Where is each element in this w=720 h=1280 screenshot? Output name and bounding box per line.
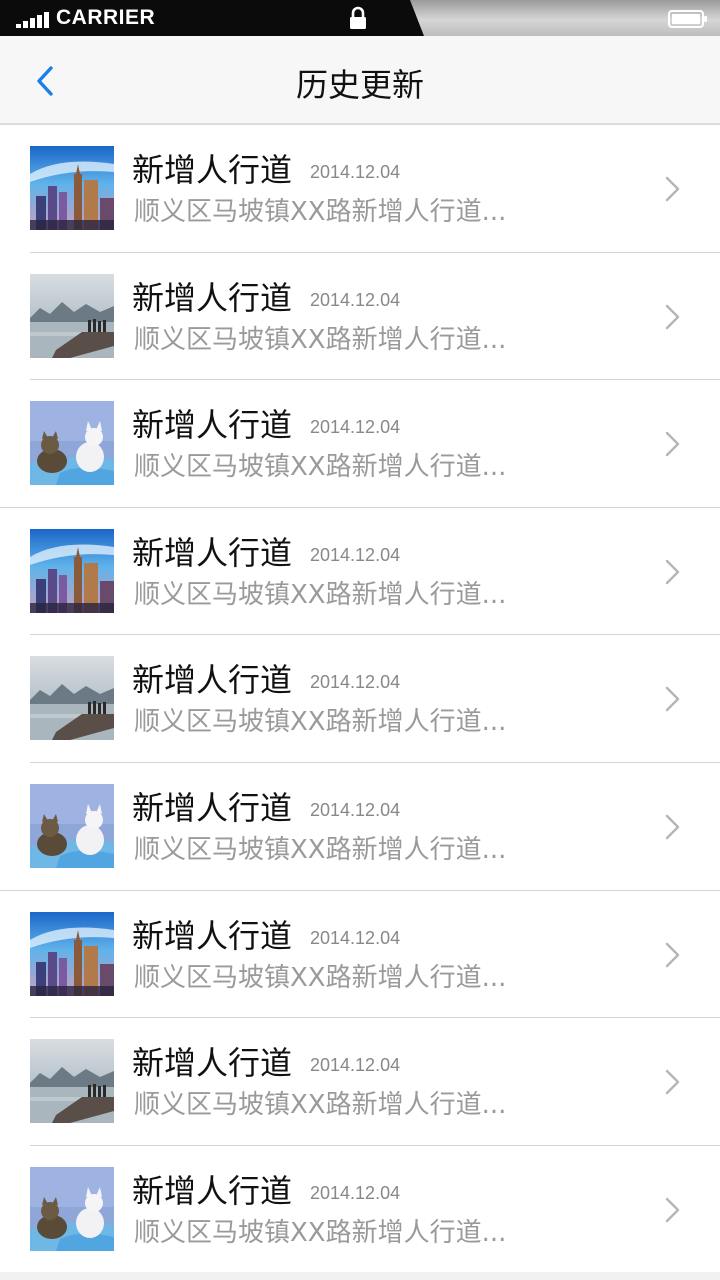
battery-icon	[668, 10, 707, 28]
chevron-right-icon	[665, 431, 680, 457]
list-item[interactable]: 新增人行道 2014.12.04 顺义区马坡镇XX路新增人行道...	[0, 891, 720, 1019]
item-date: 2014.12.04	[310, 1182, 401, 1203]
item-description: 顺义区马坡镇XX路新增人行道...	[134, 962, 507, 993]
status-bar: CARRIER	[0, 0, 720, 36]
item-date: 2014.12.04	[310, 799, 401, 820]
thumbnail-image	[30, 783, 114, 868]
item-description: 顺义区马坡镇XX路新增人行道...	[134, 1217, 507, 1248]
item-description: 顺义区马坡镇XX路新增人行道...	[134, 324, 507, 355]
list-item[interactable]: 新增人行道 2014.12.04 顺义区马坡镇XX路新增人行道...	[0, 635, 720, 763]
item-date: 2014.12.04	[310, 672, 401, 693]
thumbnail-image	[30, 1166, 114, 1251]
item-date: 2014.12.04	[310, 544, 401, 565]
nav-bar: 历史更新	[0, 36, 720, 125]
thumbnail-image	[30, 656, 114, 741]
item-description: 顺义区马坡镇XX路新增人行道...	[134, 834, 507, 865]
item-description: 顺义区马坡镇XX路新增人行道...	[134, 197, 507, 227]
thumbnail-image	[30, 146, 114, 230]
chevron-right-icon	[665, 559, 680, 584]
item-date: 2014.12.04	[310, 927, 401, 948]
item-title: 新增人行道	[132, 788, 293, 827]
thumbnail-image	[30, 401, 114, 486]
item-title: 新增人行道	[132, 1044, 293, 1083]
item-title: 新增人行道	[132, 151, 293, 189]
chevron-right-icon	[665, 814, 680, 840]
item-title: 新增人行道	[132, 406, 293, 445]
item-date: 2014.12.04	[310, 417, 401, 438]
list-item[interactable]: 新增人行道 2014.12.04 顺义区马坡镇XX路新增人行道...	[0, 1146, 720, 1274]
list-item[interactable]: 新增人行道 2014.12.04 顺义区马坡镇XX路新增人行道...	[0, 253, 720, 381]
chevron-right-icon	[665, 176, 680, 202]
item-title: 新增人行道	[132, 661, 293, 700]
item-title: 新增人行道	[132, 1171, 293, 1210]
chevron-right-icon	[665, 1197, 680, 1222]
signal-bars-icon	[16, 11, 52, 28]
list-item[interactable]: 新增人行道 2014.12.04 顺义区马坡镇XX路新增人行道...	[0, 380, 720, 508]
chevron-right-icon	[665, 687, 680, 712]
item-date: 2014.12.04	[310, 1055, 401, 1076]
item-description: 顺义区马坡镇XX路新增人行道...	[134, 1090, 507, 1121]
bottom-strip	[0, 1272, 720, 1280]
thumbnail-image	[30, 1039, 114, 1124]
list-item[interactable]: 新增人行道 2014.12.04 顺义区马坡镇XX路新增人行道...	[0, 763, 720, 891]
history-list: 新增人行道 2014.12.04 顺义区马坡镇XX路新增人行道... 新增人行道 20…	[0, 125, 720, 1273]
chevron-right-icon	[665, 304, 680, 329]
item-description: 顺义区马坡镇XX路新增人行道...	[134, 707, 507, 738]
page-title: 历史更新	[295, 66, 424, 104]
item-date: 2014.12.04	[310, 162, 401, 182]
list-item[interactable]: 新增人行道 2014.12.04 顺义区马坡镇XX路新增人行道...	[0, 508, 720, 636]
list-item[interactable]: 新增人行道 2014.12.04 顺义区马坡镇XX路新增人行道...	[0, 125, 720, 253]
lock-icon	[350, 6, 366, 29]
item-description: 顺义区马坡镇XX路新增人行道...	[134, 452, 507, 483]
item-date: 2014.12.04	[310, 289, 401, 310]
item-description: 顺义区马坡镇XX路新增人行道...	[134, 579, 507, 610]
item-title: 新增人行道	[132, 533, 293, 572]
item-title: 新增人行道	[132, 278, 293, 317]
item-title: 新增人行道	[132, 916, 293, 955]
thumbnail-image	[30, 528, 114, 613]
thumbnail-image	[30, 911, 114, 996]
chevron-right-icon	[665, 942, 680, 967]
thumbnail-image	[30, 273, 114, 358]
list-item[interactable]: 新增人行道 2014.12.04 顺义区马坡镇XX路新增人行道...	[0, 1018, 720, 1146]
carrier-label: CARRIER	[56, 6, 156, 29]
chevron-right-icon	[665, 1069, 680, 1095]
